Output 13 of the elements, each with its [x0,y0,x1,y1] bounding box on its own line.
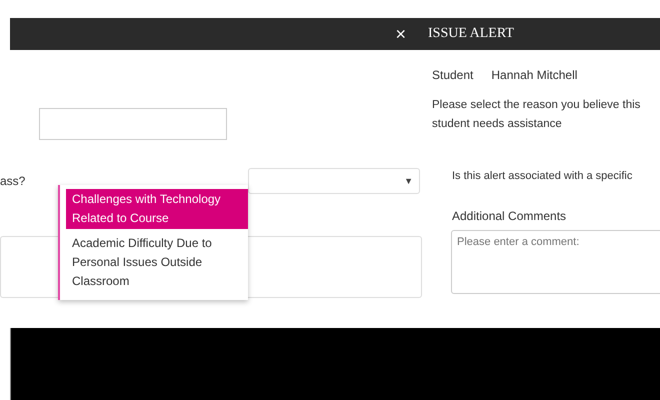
question-label: Is this alert associated with a specific [452,170,634,182]
field-label: ass? [0,174,26,188]
dropdown-option[interactable]: Academic Difficulty Due to Personal Issues Outside Classroom [66,233,248,292]
dropdown-option[interactable]: Challenges with Technology Related to Course [66,189,248,229]
input-field[interactable] [39,108,227,140]
panel-title: ISSUE ALERT [428,26,514,42]
select-field[interactable]: ▼ [248,168,420,194]
comments-label: Additional Comments [452,209,568,223]
instructions-text: Please select the reason you believe this student needs assistance [432,98,642,132]
close-button[interactable]: × [395,25,406,43]
student-name: Hannah Mitchell [491,68,578,82]
comment-field[interactable]: Please enter a comment: [451,230,660,294]
student-label: Student [432,68,474,82]
